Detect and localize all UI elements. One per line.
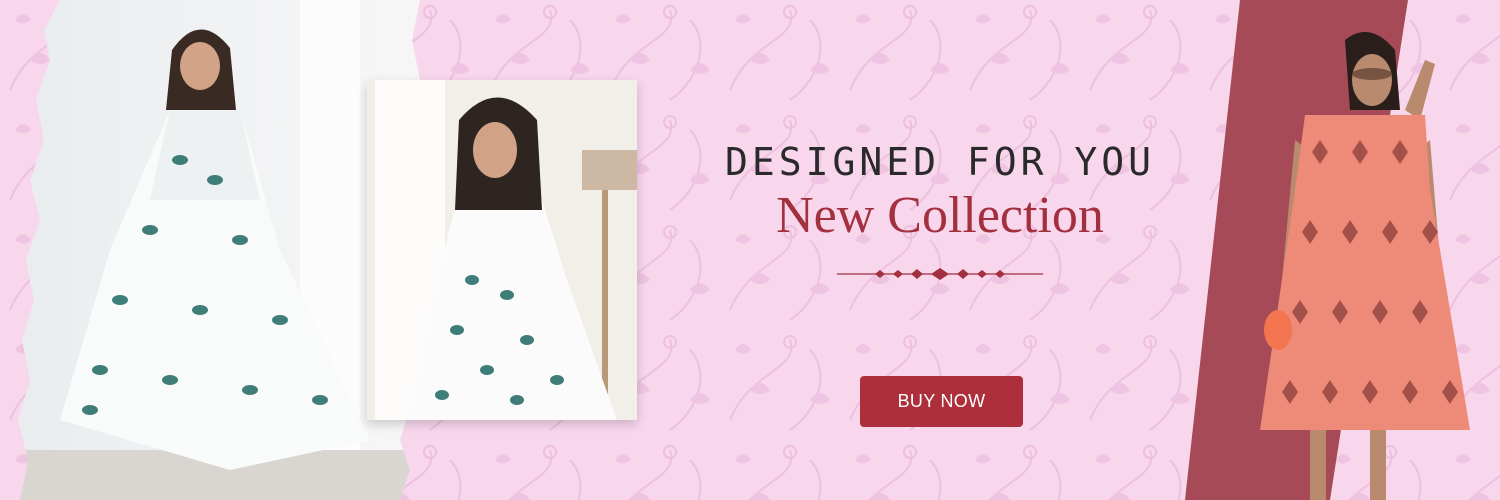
model-photo-left: [18, 0, 420, 500]
hero-text: DESIGNED FOR YOU New Collection: [640, 140, 1240, 280]
hero-banner: DESIGNED FOR YOU New Collection BUY NOW: [0, 0, 1500, 500]
model-photo-right: [1260, 32, 1470, 500]
headline: New Collection: [776, 187, 1104, 244]
divider-ornament: [837, 268, 1043, 280]
model-photo-middle: [367, 80, 637, 420]
buy-now-button[interactable]: BUY NOW: [860, 376, 1023, 427]
tagline: DESIGNED FOR YOU: [724, 140, 1156, 184]
